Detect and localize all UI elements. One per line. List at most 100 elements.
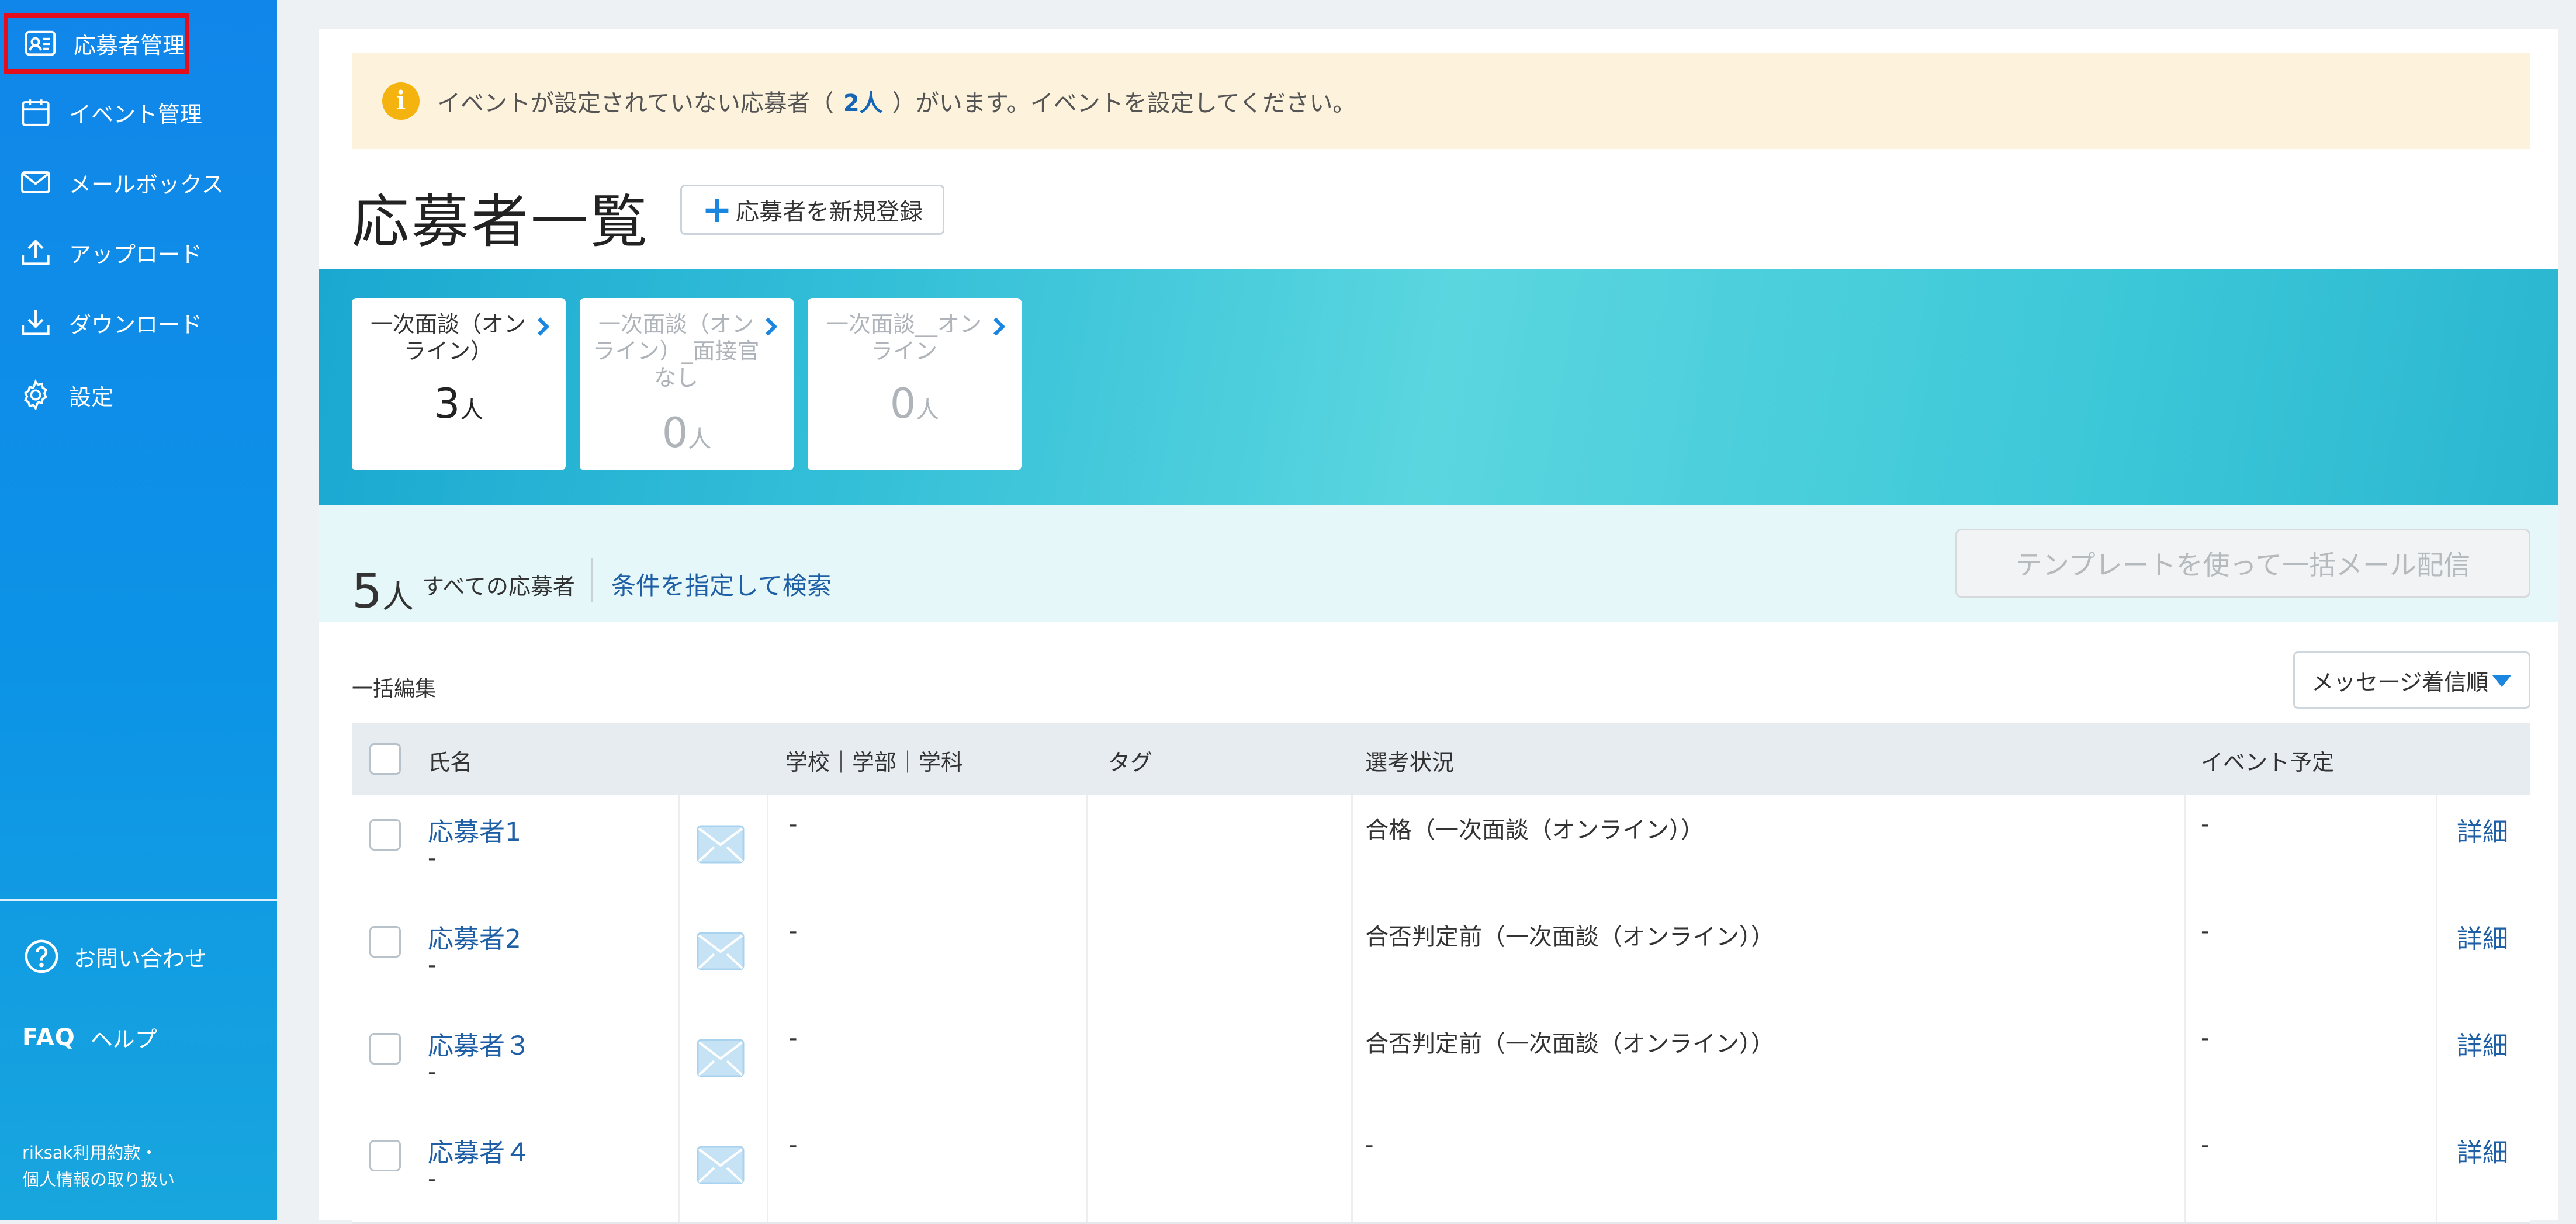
event-card-count: 0人 bbox=[662, 409, 712, 457]
sidebar-item-settings[interactable]: 設定 bbox=[16, 372, 113, 418]
event-card[interactable]: 一次面談（オンライン） 3人 bbox=[352, 298, 566, 470]
event-warning-notice: i イベントが設定されていない応募者（ 2人 ）がいます。イベントを設定してくだ… bbox=[352, 53, 2530, 149]
event-card-label: 一次面談__オンライン bbox=[826, 311, 982, 364]
sidebar-item-mailbox[interactable]: メールボックス bbox=[16, 159, 224, 206]
row-checkbox[interactable] bbox=[369, 926, 401, 958]
divider bbox=[591, 558, 593, 602]
table-header: 氏名 学校｜学部｜学科 タグ 選考状況 イベント予定 bbox=[352, 723, 2530, 795]
help-link[interactable]: FAQ ヘルプ bbox=[22, 1021, 157, 1053]
event-card[interactable]: 一次面談__オンライン 0人 bbox=[808, 298, 1022, 470]
row-checkbox[interactable] bbox=[369, 819, 401, 851]
mail-envelope-icon[interactable] bbox=[697, 825, 745, 864]
status-cell: 合否判定前（一次面談（オンライン）） bbox=[1365, 924, 1774, 951]
sort-selected-value: メッセージ着信順 bbox=[2311, 669, 2489, 695]
main-panel: i イベントが設定されていない応募者（ 2人 ）がいます。イベントを設定してくだ… bbox=[319, 29, 2558, 1224]
event-card[interactable]: 一次面談（オンライン）_面接官なし 0人 bbox=[580, 298, 794, 470]
header-school: 学校｜学部｜学科 bbox=[785, 750, 964, 775]
detail-link[interactable]: 詳細 bbox=[2457, 811, 2508, 848]
add-applicant-button[interactable]: + 応募者を新規登録 bbox=[680, 185, 944, 235]
sidebar-item-label: イベント管理 bbox=[69, 101, 203, 127]
plus-icon: + bbox=[702, 188, 732, 231]
detail-link[interactable]: 詳細 bbox=[2457, 918, 2508, 955]
terms-line-2: 個人情報の取り扱い bbox=[22, 1170, 175, 1190]
status-cell: 合格（一次面談（オンライン）） bbox=[1365, 817, 1704, 844]
faq-icon: FAQ bbox=[22, 1024, 75, 1051]
mail-envelope-icon[interactable] bbox=[697, 932, 745, 970]
school-cell: - bbox=[789, 1025, 798, 1052]
caret-down-icon bbox=[2492, 675, 2511, 687]
download-icon bbox=[16, 303, 55, 342]
contact-label: お問い合わせ bbox=[74, 945, 207, 972]
event-card-label: 一次面談（オンライン） bbox=[370, 311, 526, 364]
sidebar-item-events[interactable]: イベント管理 bbox=[16, 89, 202, 136]
page-title: 応募者一覧 bbox=[352, 189, 650, 255]
info-icon: i bbox=[382, 82, 420, 120]
status-cell: 合否判定前（一次面談（オンライン）） bbox=[1365, 1031, 1774, 1057]
summary-bar: 5人 すべての応募者 条件を指定して検索 テンプレートを使って一括メール配信 bbox=[319, 505, 2558, 622]
applicant-subtext: - bbox=[428, 952, 437, 979]
mail-icon bbox=[16, 163, 55, 202]
sidebar-item-label: 応募者管理 bbox=[73, 32, 185, 58]
sidebar-item-download[interactable]: ダウンロード bbox=[16, 299, 202, 346]
sidebar: 応募者管理 イベント管理 メールボックス アップロード ダウンロード 設定 お問… bbox=[0, 0, 277, 1220]
add-applicant-label: 応募者を新規登録 bbox=[735, 199, 923, 226]
school-cell: - bbox=[789, 811, 798, 838]
bulk-edit-label[interactable]: 一括編集 bbox=[352, 672, 436, 702]
terms-line-1: riksak利用約款・ bbox=[22, 1143, 158, 1163]
event-card-label: 一次面談（オンライン）_面接官なし bbox=[593, 311, 760, 391]
applicant-name-link[interactable]: 応募者３ bbox=[428, 1025, 531, 1062]
sidebar-item-upload[interactable]: アップロード bbox=[16, 229, 202, 276]
applicant-card-icon bbox=[21, 24, 60, 63]
table-row: 応募者2 - - 合否判定前（一次面談（オンライン）） - 詳細 bbox=[352, 901, 2530, 1010]
event-card-count: 0人 bbox=[889, 380, 940, 428]
event-cell: - bbox=[2201, 1132, 2210, 1159]
select-all-checkbox[interactable] bbox=[369, 743, 401, 775]
header-tag: タグ bbox=[1108, 750, 1153, 775]
question-circle-icon bbox=[22, 937, 61, 976]
sidebar-item-label: 設定 bbox=[69, 384, 114, 410]
event-cards-band: 一次面談（オンライン） 3人 一次面談（オンライン）_面接官なし 0人 一次面談… bbox=[319, 269, 2558, 505]
terms-link[interactable]: riksak利用約款・ 個人情報の取り扱い bbox=[22, 1139, 175, 1193]
applicant-subtext: - bbox=[428, 1059, 437, 1086]
notice-prefix: イベントが設定されていない応募者（ bbox=[437, 89, 834, 117]
help-label: ヘルプ bbox=[90, 1027, 157, 1052]
event-cell: - bbox=[2201, 811, 2210, 838]
table-row: 応募者３ - - 合否判定前（一次面談（オンライン）） - 詳細 bbox=[352, 1008, 2530, 1117]
sidebar-item-label: ダウンロード bbox=[69, 311, 203, 338]
total-label: すべての応募者 bbox=[422, 574, 575, 599]
applicant-subtext: - bbox=[428, 1166, 437, 1192]
chevron-right-icon bbox=[993, 317, 1006, 336]
contact-link[interactable]: お問い合わせ bbox=[22, 937, 207, 976]
sort-select[interactable]: メッセージ着信順 bbox=[2293, 651, 2530, 709]
sidebar-item-applicants[interactable]: 応募者管理 bbox=[4, 13, 189, 74]
detail-link[interactable]: 詳細 bbox=[2457, 1132, 2508, 1169]
sidebar-item-label: アップロード bbox=[69, 241, 203, 268]
mail-envelope-icon[interactable] bbox=[697, 1039, 745, 1077]
applicant-subtext: - bbox=[428, 845, 437, 872]
status-cell: - bbox=[1365, 1132, 1374, 1159]
school-cell: - bbox=[789, 918, 798, 945]
chevron-right-icon bbox=[538, 317, 550, 336]
bulk-mail-button[interactable]: テンプレートを使って一括メール配信 bbox=[1955, 529, 2530, 598]
chevron-right-icon bbox=[766, 317, 778, 336]
mail-envelope-icon[interactable] bbox=[697, 1146, 745, 1184]
applicant-name-link[interactable]: 応募者2 bbox=[428, 918, 521, 955]
detail-link[interactable]: 詳細 bbox=[2457, 1025, 2508, 1062]
header-name: 氏名 bbox=[428, 750, 473, 775]
sidebar-divider bbox=[0, 899, 277, 901]
header-event: イベント予定 bbox=[2201, 750, 2335, 775]
row-checkbox[interactable] bbox=[369, 1140, 401, 1171]
school-cell: - bbox=[789, 1132, 798, 1159]
calendar-icon bbox=[16, 93, 55, 131]
table-row: 応募者４ - - - - 詳細 bbox=[352, 1115, 2530, 1224]
advanced-search-link[interactable]: 条件を指定して検索 bbox=[611, 566, 832, 602]
sidebar-item-label: メールボックス bbox=[69, 171, 224, 197]
row-checkbox[interactable] bbox=[369, 1033, 401, 1065]
gear-icon bbox=[16, 376, 55, 414]
total-count: 5人 bbox=[352, 564, 414, 619]
upload-icon bbox=[16, 233, 55, 272]
notice-suffix: ）がいます。イベントを設定してください。 bbox=[892, 89, 1356, 117]
event-card-count: 3人 bbox=[434, 380, 484, 428]
applicant-name-link[interactable]: 応募者４ bbox=[428, 1132, 531, 1169]
applicant-name-link[interactable]: 応募者1 bbox=[428, 811, 521, 848]
